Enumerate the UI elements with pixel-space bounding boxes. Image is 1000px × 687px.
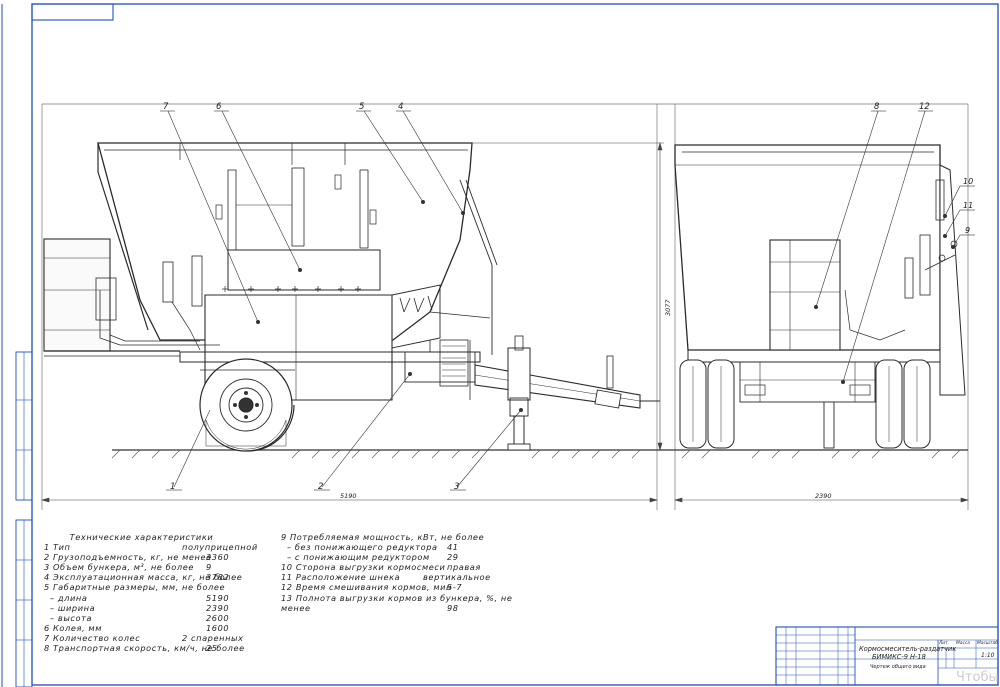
spec-label: 5 Габаритные размеры, мм, не более xyxy=(44,582,226,593)
specs-right: 9 Потребляемая мощность, кВт, не более – … xyxy=(281,532,512,613)
spec-row: 6 Колея, мм 1600 xyxy=(44,623,239,633)
rear-view xyxy=(674,110,975,449)
callout-7: 7 xyxy=(163,102,169,112)
spec-value: 25 xyxy=(206,643,218,654)
scale-value: 1:10 xyxy=(981,652,995,659)
spec-value: 2390 xyxy=(206,602,230,613)
spec-label: 1 Тип xyxy=(44,542,71,553)
watermark: Чтобы xyxy=(956,670,999,685)
spec-label: – с понижающим редуктором xyxy=(287,552,430,563)
callout-4: 4 xyxy=(398,102,403,112)
spec-row: – без понижающего редуктора 41 xyxy=(281,542,481,552)
spec-value: правая xyxy=(447,562,481,573)
spec-label: 7 Количество колес xyxy=(44,632,141,643)
rear-wheels xyxy=(679,359,931,449)
spec-label: 3 Объем бункера, м³, не более xyxy=(44,562,194,573)
callout-6: 6 xyxy=(216,102,222,112)
spec-value: 1600 xyxy=(206,622,230,633)
spec-label: 13 Полнота выгрузки кормов из бункера, %… xyxy=(281,592,513,603)
spec-row: 7 Количество колес 2 спаренных xyxy=(44,632,243,643)
callout-5: 5 xyxy=(359,102,364,112)
spec-row: – с понижающим редуктором 29 xyxy=(281,552,481,562)
spec-row: – длина 5190 xyxy=(44,593,239,603)
callout-12: 12 xyxy=(919,102,930,112)
drawbar xyxy=(474,355,660,409)
spec-label: 10 Сторона выгрузки кормосмеси xyxy=(281,562,446,573)
hopper-body xyxy=(97,142,498,401)
spec-value: 5-7 xyxy=(447,582,463,593)
specs-left: Технические характеристики 1 Тип полуприц… xyxy=(44,532,257,654)
spec-label: 9 Потребляемая мощность, кВт, не более xyxy=(281,532,485,542)
callout-3: 3 xyxy=(454,482,459,492)
spec-row: 11 Расположение шнека вертикальное xyxy=(281,572,490,583)
spec-value: 2 спаренных xyxy=(182,632,244,643)
spec-label: 2 Грузоподъемность, кг, не менее xyxy=(44,552,212,563)
spec-value: 3360 xyxy=(206,552,230,563)
dimension-height: 3077 xyxy=(664,299,672,316)
sheet-label: Лит. xyxy=(939,641,950,646)
spec-row: 10 Сторона выгрузки кормосмеси правая xyxy=(281,562,481,572)
spec-label: 6 Колея, мм xyxy=(44,622,102,633)
product-name-line2: БИМИКС-9 Н-18 xyxy=(872,653,926,661)
spec-label: – ширина xyxy=(50,602,96,613)
spec-value: 5190 xyxy=(206,592,230,603)
callout-10: 10 xyxy=(963,177,973,186)
spec-label: – длина xyxy=(50,592,88,603)
jack-stand xyxy=(507,335,531,451)
callout-11: 11 xyxy=(963,201,973,210)
spec-row: 3 Объем бункера, м³, не более 9 xyxy=(44,562,239,572)
spec-value: 41 xyxy=(447,542,459,553)
spec-value: 2600 xyxy=(206,612,230,623)
spec-row: 9 Потребляемая мощность, кВт, не более xyxy=(281,532,485,542)
specs-title: Технические характеристики xyxy=(69,532,214,542)
spec-value: 98 xyxy=(447,602,459,613)
spec-row: 4 Эксплуатационная масса, кг, не более 37… xyxy=(44,572,242,583)
spec-value: 3782 xyxy=(206,572,230,583)
spec-row: 12 Время смешивания кормов, мин 5-7 xyxy=(281,582,481,592)
callout-9: 9 xyxy=(965,226,970,235)
spec-label: 11 Расположение шнека xyxy=(281,572,401,583)
spec-value: полуприцепной xyxy=(182,542,258,553)
spec-row: – ширина 2390 xyxy=(44,603,239,613)
spec-value: вертикальное xyxy=(423,572,491,583)
spec-row: 2 Грузоподъемность, кг, не менее 3360 xyxy=(44,552,239,562)
spec-value: 9 xyxy=(206,562,212,573)
rear-hopper xyxy=(674,144,966,396)
rear-jack xyxy=(823,401,835,449)
callout-1: 1 xyxy=(170,482,175,492)
callout-8: 8 xyxy=(874,102,880,112)
scale-label: Масштаб xyxy=(977,641,998,646)
spec-label: менее xyxy=(281,602,311,613)
spec-row: менее 98 xyxy=(281,603,481,613)
product-name-line1: Кормосмеситель-раздатчик xyxy=(859,645,957,653)
spec-row: 13 Полнота выгрузки кормов из бункера, %… xyxy=(281,593,512,603)
spec-row: 5 Габаритные размеры, мм, не более xyxy=(44,582,239,592)
side-view xyxy=(43,110,660,491)
spec-label: – высота xyxy=(50,612,93,623)
spec-label: – без понижающего редуктора xyxy=(287,542,438,553)
spec-row: 8 Транспортная скорость, км/ч, не более 2… xyxy=(44,643,244,654)
callout-2: 2 xyxy=(318,482,323,492)
mass-label: Масса xyxy=(956,641,970,646)
dimension-length: 5190 xyxy=(340,492,357,500)
drawing-type: Чертеж общего вида xyxy=(870,664,926,670)
spec-value: 29 xyxy=(447,552,459,563)
spec-row: 1 Тип полуприцепной xyxy=(44,542,257,553)
dimension-width: 2390 xyxy=(815,492,832,500)
spec-label: 12 Время смешивания кормов, мин xyxy=(281,582,452,593)
spec-row: – высота 2600 xyxy=(44,613,239,623)
